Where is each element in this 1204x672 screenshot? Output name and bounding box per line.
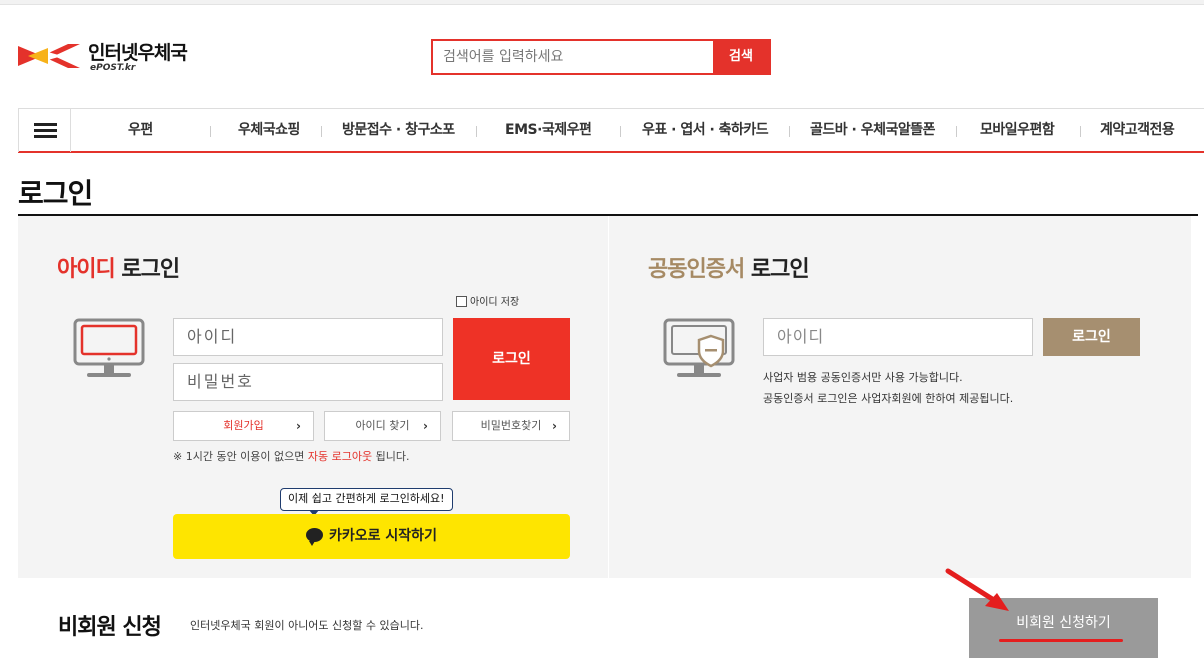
- search-input[interactable]: [433, 41, 715, 73]
- nav-item-contract[interactable]: 계약고객전용: [1100, 109, 1175, 152]
- nav-item-visit-parcel[interactable]: 방문접수 · 창구소포: [342, 109, 455, 152]
- nav-divider: [956, 126, 957, 137]
- kakao-login-label: 카카오로 시작하기: [329, 528, 437, 544]
- save-id-label: 아이디 저장: [470, 297, 520, 308]
- monitor-icon: [73, 318, 145, 377]
- search-box: 검색: [431, 39, 771, 75]
- cert-note-2: 공동인증서 로그인은 사업자회원에 한하여 제공됩니다.: [763, 392, 1014, 405]
- nav-item-ems[interactable]: EMS·국제우편: [505, 109, 592, 152]
- nav-divider: [210, 126, 211, 137]
- nav-item-goldbar[interactable]: 골드바 · 우체국알뜰폰: [810, 109, 936, 152]
- checkbox-icon[interactable]: [456, 296, 467, 307]
- save-id-checkbox[interactable]: 아이디 저장: [456, 293, 519, 308]
- guest-title: 비회원 신청: [58, 615, 162, 640]
- cert-login-button[interactable]: 로그인: [1043, 318, 1140, 356]
- kakao-login-button[interactable]: 카카오로 시작하기: [173, 514, 570, 559]
- cert-login-heading-rest: 로그인: [744, 257, 810, 282]
- nav-divider: [1080, 126, 1081, 137]
- password-input[interactable]: 비밀번호: [173, 363, 443, 401]
- nav-divider: [789, 126, 790, 137]
- nav-item-mail[interactable]: 우편: [128, 109, 153, 152]
- chevron-right-icon: ›: [552, 419, 557, 433]
- nav-divider: [476, 126, 477, 137]
- chevron-right-icon: ›: [423, 419, 428, 433]
- speech-bubble-icon: [306, 528, 324, 546]
- id-login-heading-accent: 아이디: [57, 257, 116, 282]
- id-login-heading-rest: 로그인: [114, 257, 180, 282]
- certificate-monitor-icon: [663, 318, 735, 377]
- notice-prefix: ※ 1시간 동안 이용이 없으면: [173, 450, 308, 463]
- auto-logout-notice: ※ 1시간 동안 이용이 없으면 자동 로그아웃 됩니다.: [173, 448, 409, 464]
- search-button[interactable]: 검색: [713, 41, 769, 73]
- find-password-label: 비밀번호찾기: [480, 419, 542, 432]
- page-title: 로그인: [18, 177, 93, 210]
- signup-button[interactable]: 회원가입 ›: [173, 411, 314, 441]
- highlight-underline: [999, 639, 1123, 642]
- nav-divider: [321, 126, 322, 137]
- nav-item-stamps[interactable]: 우표 · 엽서 · 축하카드: [642, 109, 769, 152]
- logo-title: 인터넷우체국: [88, 42, 188, 64]
- nav-divider: [620, 126, 621, 137]
- main-nav: 우편 우체국쇼핑 방문접수 · 창구소포 EMS·국제우편 우표 · 엽서 · …: [18, 108, 1204, 153]
- notice-highlight: 자동 로그아웃: [307, 450, 373, 463]
- nav-item-shopping[interactable]: 우체국쇼핑: [238, 109, 300, 152]
- kakao-tooltip: 이제 쉽고 간편하게 로그인하세요!: [280, 488, 453, 516]
- signup-label: 회원가입: [223, 419, 264, 432]
- epost-logo[interactable]: 인터넷우체국 ePOST.kr: [18, 36, 208, 78]
- guest-description: 인터넷우체국 회원이 아니어도 신청할 수 있습니다.: [190, 619, 424, 632]
- cert-login-heading: 공동인증서 로그인: [648, 251, 810, 283]
- top-border: [0, 0, 1204, 5]
- find-id-label: 아이디 찾기: [355, 419, 410, 432]
- cert-login-heading-accent: 공동인증서: [648, 257, 745, 282]
- arrow-pointer-icon: [945, 568, 1009, 611]
- chevron-right-icon: ›: [296, 419, 301, 433]
- menu-icon[interactable]: [18, 109, 71, 152]
- notice-suffix: 됩니다.: [372, 450, 410, 463]
- login-button[interactable]: 로그인: [453, 318, 570, 400]
- epost-logo-icon: [18, 44, 80, 68]
- id-login-heading: 아이디 로그인: [57, 251, 180, 283]
- id-input[interactable]: 아이디: [173, 318, 443, 356]
- logo-subtitle: ePOST.kr: [90, 63, 136, 73]
- find-id-button[interactable]: 아이디 찾기 ›: [324, 411, 441, 441]
- cert-id-input[interactable]: 아이디: [763, 318, 1033, 356]
- cert-note-1: 사업자 범용 공동인증서만 사용 가능합니다.: [763, 371, 963, 384]
- nav-item-mobile-mailbox[interactable]: 모바일우편함: [980, 109, 1055, 152]
- find-password-button[interactable]: 비밀번호찾기 ›: [452, 411, 570, 441]
